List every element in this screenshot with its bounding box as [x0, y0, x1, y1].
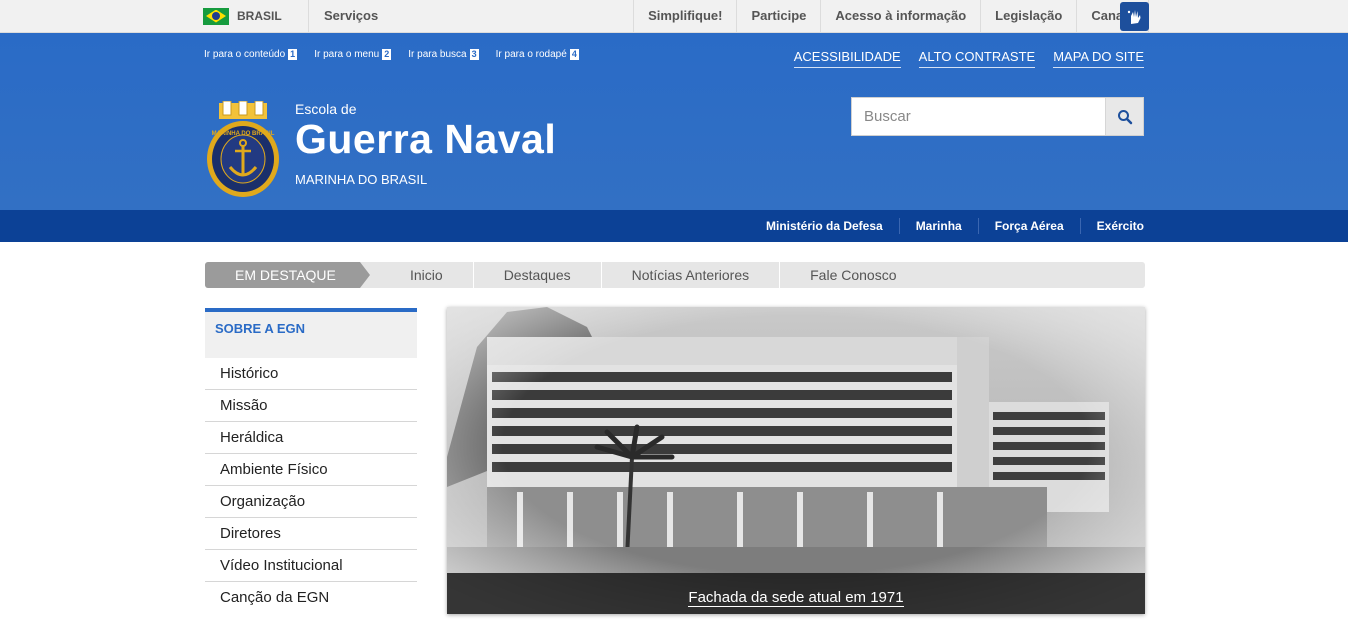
ministry-links: Ministério da Defesa Marinha Força Aérea…: [750, 210, 1144, 242]
gov-link-acesso-informacao[interactable]: Acesso à informação: [820, 0, 980, 32]
sidebar-item-heraldica[interactable]: Heráldica: [205, 422, 417, 454]
skip-links: Ir para o conteúdo 1 Ir para o menu 2 Ir p…: [204, 49, 579, 60]
gov-top-bar: BRASIL Serviços Simplifique! Participe A…: [0, 0, 1348, 33]
search-box: [851, 97, 1144, 136]
carousel-caption-link[interactable]: Fachada da sede atual em 1971: [688, 590, 904, 607]
sidebar-heading: SOBRE A EGN: [205, 308, 417, 358]
logo-text: MARINHA DO BRASIL: [212, 131, 275, 137]
site-header: Ir para o conteúdo 1 Ir para o menu 2 Ir p…: [0, 33, 1348, 210]
alto-contraste-link[interactable]: ALTO CONTRASTE: [918, 49, 1036, 68]
skip-to-content-link[interactable]: Ir para o conteúdo 1: [204, 49, 298, 60]
building-photo: [447, 307, 1145, 614]
site-pre-title: Escola de: [295, 101, 357, 117]
gov-link-legislacao[interactable]: Legislação: [980, 0, 1076, 32]
skip-to-search-link[interactable]: Ir para busca 3: [408, 49, 479, 60]
section-title: EM DESTAQUE: [205, 262, 370, 288]
tab-destaques[interactable]: Destaques: [474, 262, 602, 288]
sidebar-item-ambiente-fisico[interactable]: Ambiente Físico: [205, 454, 417, 486]
sidebar-item-missao[interactable]: Missão: [205, 390, 417, 422]
tab-inicio[interactable]: Inicio: [360, 262, 474, 288]
featured-carousel[interactable]: Fachada da sede atual em 1971: [447, 307, 1145, 614]
marinha-logo[interactable]: MARINHA DO BRASIL: [205, 100, 281, 197]
brasil-link[interactable]: BRASIL: [203, 0, 282, 32]
skip-to-menu-link[interactable]: Ir para o menu 2: [314, 49, 392, 60]
exercito-link[interactable]: Exército: [1079, 218, 1144, 234]
brasil-label: BRASIL: [237, 9, 282, 23]
sidebar-item-video-institucional[interactable]: Vídeo Institucional: [205, 550, 417, 582]
ministry-bar: Ministério da Defesa Marinha Força Aérea…: [0, 210, 1348, 242]
search-icon: [1117, 109, 1132, 124]
sidebar-item-organizacao[interactable]: Organização: [205, 486, 417, 518]
ministerio-defesa-link[interactable]: Ministério da Defesa: [750, 218, 899, 234]
sidebar-item-cancao-egn[interactable]: Canção da EGN: [205, 582, 417, 614]
carousel-caption: Fachada da sede atual em 1971: [447, 573, 1145, 614]
section-nav: EM DESTAQUE Inicio Destaques Notícias An…: [205, 262, 1145, 288]
acessibilidade-link[interactable]: ACESSIBILIDADE: [793, 49, 901, 68]
sidebar: SOBRE A EGN Histórico Missão Heráldica A…: [205, 308, 417, 614]
gov-link-simplifique[interactable]: Simplifique!: [633, 0, 736, 32]
forca-aerea-link[interactable]: Força Aérea: [977, 218, 1080, 234]
sidebar-item-diretores[interactable]: Diretores: [205, 518, 417, 550]
gov-link-participe[interactable]: Participe: [736, 0, 820, 32]
sidebar-item-historico[interactable]: Histórico: [205, 358, 417, 390]
skip-to-footer-link[interactable]: Ir para o rodapé 4: [496, 49, 579, 60]
tab-noticias-anteriores[interactable]: Notícias Anteriores: [602, 262, 781, 288]
site-title[interactable]: Guerra Naval: [295, 116, 556, 163]
servicos-link[interactable]: Serviços: [324, 0, 378, 32]
libras-hand-icon[interactable]: [1120, 2, 1149, 31]
divider: [308, 0, 309, 32]
accessibility-links: ACESSIBILIDADE ALTO CONTRASTE MAPA DO SI…: [793, 49, 1144, 68]
site-subtitle: MARINHA DO BRASIL: [295, 172, 428, 187]
search-button[interactable]: [1105, 98, 1143, 135]
gov-links: Simplifique! Participe Acesso à informaç…: [633, 0, 1149, 32]
brazil-flag-icon: [203, 7, 229, 25]
search-input[interactable]: [852, 98, 1105, 135]
marinha-link[interactable]: Marinha: [898, 218, 978, 234]
tab-fale-conosco[interactable]: Fale Conosco: [780, 262, 926, 288]
mapa-do-site-link[interactable]: MAPA DO SITE: [1053, 49, 1144, 68]
